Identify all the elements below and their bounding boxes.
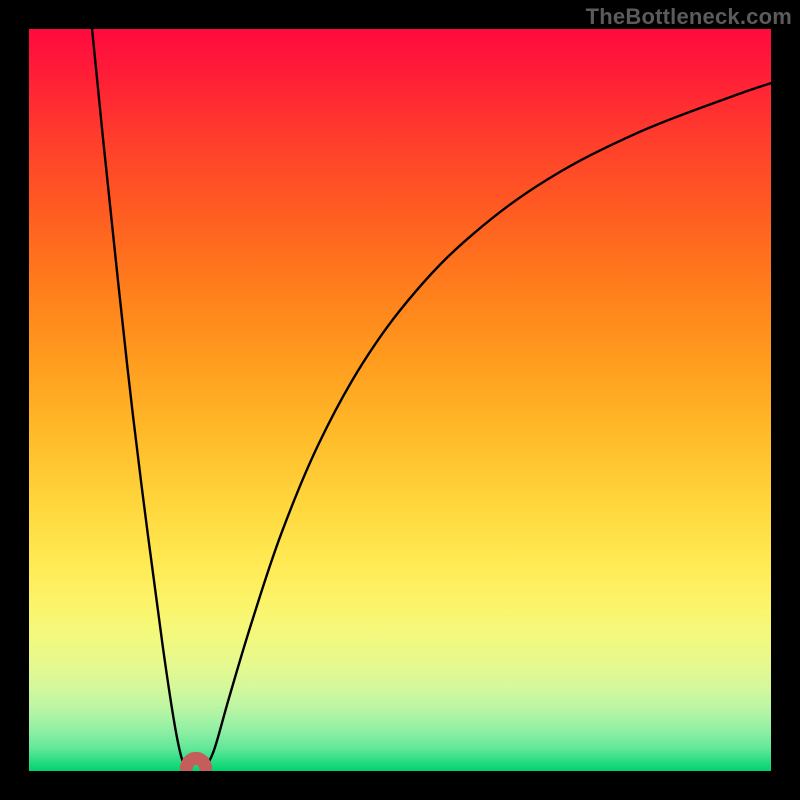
- bottleneck-curve-path: [92, 29, 771, 769]
- floor-notch-path: [186, 758, 205, 767]
- chart-plot: [29, 29, 771, 771]
- chart-frame: [29, 29, 771, 771]
- attribution-label: TheBottleneck.com: [586, 4, 792, 30]
